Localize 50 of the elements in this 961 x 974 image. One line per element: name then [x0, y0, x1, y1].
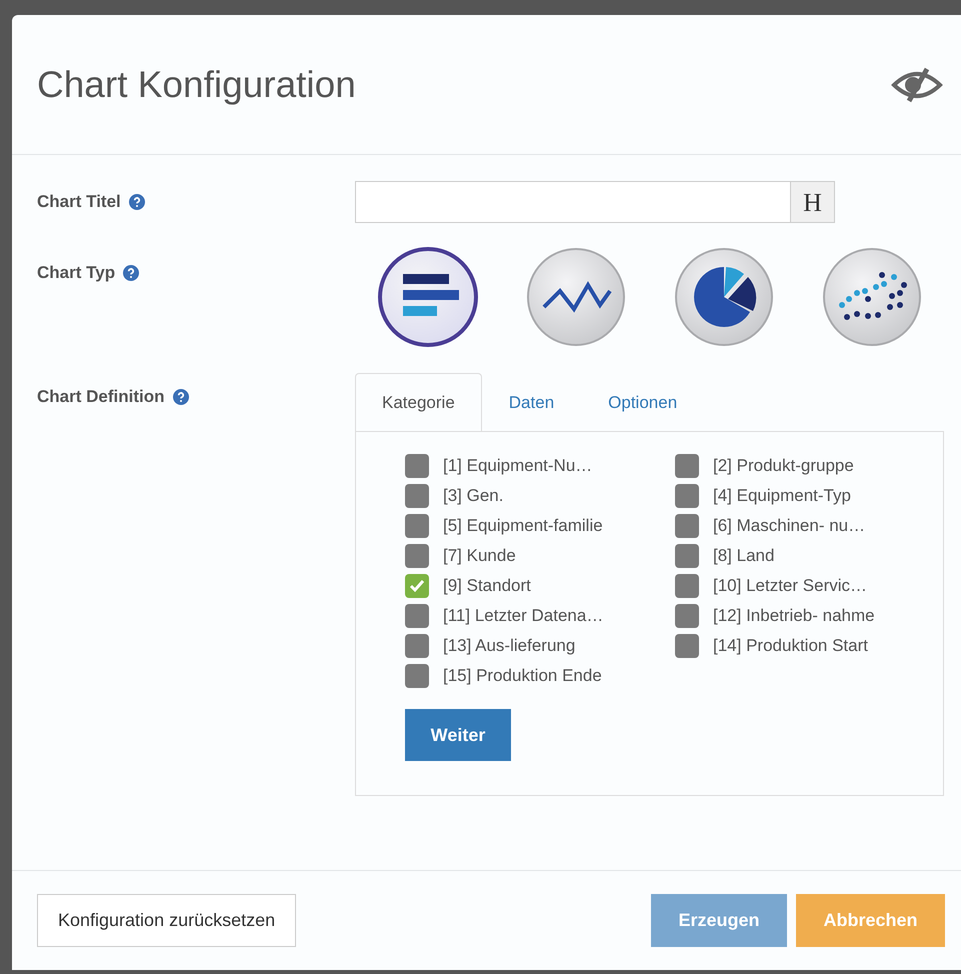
- help-icon: [172, 389, 188, 405]
- checkbox-label: [10] Letzter Servic…: [713, 575, 868, 598]
- tab[interactable]: Kategorie: [355, 373, 482, 432]
- checkbox[interactable]: [675, 514, 699, 538]
- checkbox[interactable]: [405, 544, 429, 568]
- checkbox[interactable]: [675, 634, 699, 658]
- field-label: Chart Titel: [37, 191, 121, 214]
- tab[interactable]: Daten: [482, 373, 582, 432]
- checkbox-label: [11] Letzter Datena…: [443, 605, 604, 628]
- bar-chart-option[interactable]: [378, 247, 478, 347]
- chart-title-field[interactable]: H: [355, 181, 835, 223]
- checkbox[interactable]: [405, 484, 429, 508]
- heading-button[interactable]: H: [790, 182, 834, 222]
- checkbox-label: [7] Kunde: [443, 545, 516, 568]
- help-icon: [128, 194, 145, 210]
- help-icon: [123, 265, 140, 281]
- checkbox-label: [8] Land: [713, 545, 774, 568]
- checkbox-label: [4] Equipment-Typ: [713, 485, 851, 508]
- line-chart-option[interactable]: [526, 247, 626, 347]
- checkbox[interactable]: [405, 454, 429, 478]
- checkbox-label: [1] Equipment-Nu…: [443, 455, 592, 478]
- field-label: Chart Typ: [37, 262, 116, 284]
- scatter-chart-option[interactable]: [822, 247, 922, 347]
- checkbox[interactable]: [675, 574, 699, 598]
- checkbox[interactable]: [405, 604, 429, 628]
- checkbox[interactable]: [675, 544, 699, 568]
- checkbox-label: [2] Produkt-gruppe: [713, 455, 854, 478]
- checkbox-label: [9] Standort: [443, 575, 531, 598]
- checkbox-label: [13] Aus-lieferung: [443, 635, 576, 658]
- hidden-eye-icon[interactable]: [891, 66, 943, 102]
- tab[interactable]: Optionen: [581, 373, 704, 432]
- checkbox[interactable]: [405, 664, 429, 688]
- next-button[interactable]: Weiter: [405, 709, 511, 761]
- checkbox-label: [6] Maschinen- nu…: [713, 515, 866, 538]
- checkbox-label: [5] Equipment-familie: [443, 515, 603, 538]
- checkbox[interactable]: [675, 484, 699, 508]
- pie-chart-option[interactable]: [674, 247, 774, 347]
- checkbox-label: [15] Produktion Ende: [443, 665, 602, 688]
- checkbox[interactable]: [405, 574, 429, 598]
- reset-button[interactable]: Konfiguration zurücksetzen: [37, 894, 296, 947]
- checkbox-label: [3] Gen.: [443, 485, 504, 508]
- checkbox[interactable]: [405, 634, 429, 658]
- checkbox-label: [14] Produktion Start: [713, 635, 868, 658]
- checkbox[interactable]: [675, 454, 699, 478]
- checkbox[interactable]: [675, 604, 699, 628]
- checkbox[interactable]: [405, 514, 429, 538]
- dialog-title: Chart Konfiguration: [37, 62, 356, 107]
- checkmark-icon: [409, 579, 425, 593]
- checkbox-label: [12] Inbetrieb- nahme: [713, 605, 875, 628]
- field-label: Chart Definition: [37, 386, 164, 408]
